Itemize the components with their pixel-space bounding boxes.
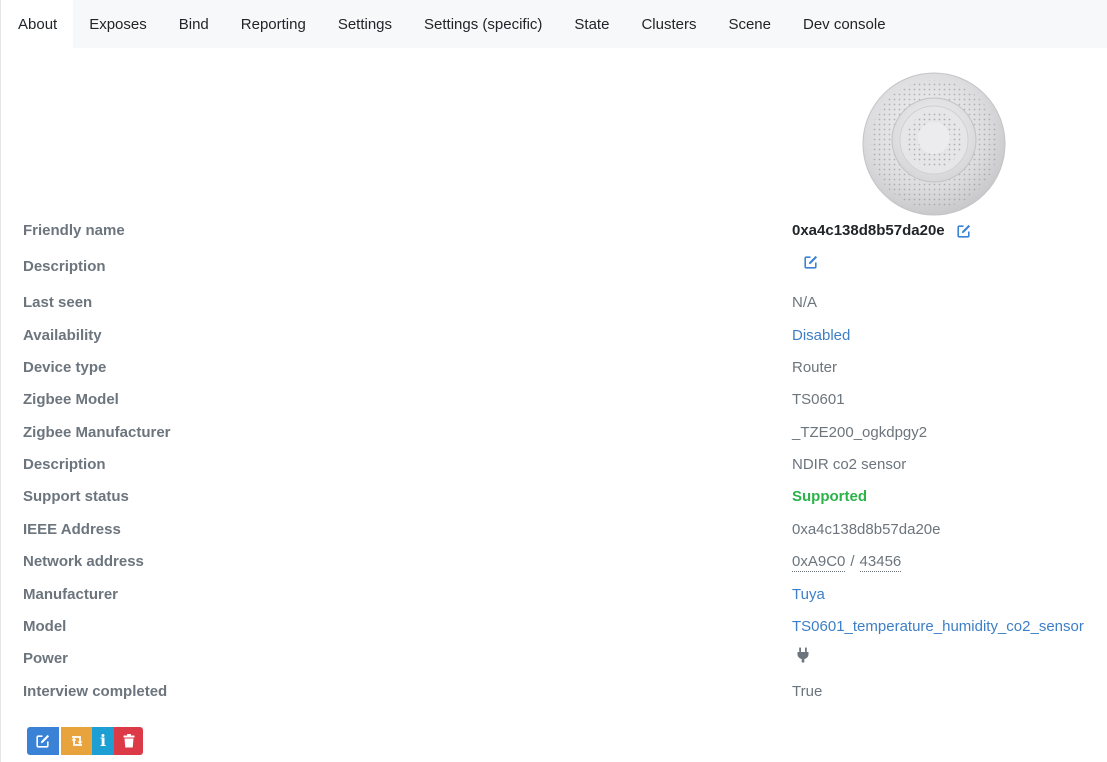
tab-clusters[interactable]: Clusters — [625, 0, 712, 48]
zigbee-model-row: Zigbee Model TS0601 — [1, 388, 1107, 412]
definition-description-value: NDIR co2 sensor — [792, 456, 907, 473]
interview-completed-row: Interview completed True — [1, 680, 1107, 704]
tab-dev-console[interactable]: Dev console — [787, 0, 902, 48]
delete-button[interactable] — [114, 727, 143, 755]
network-address-value: 0xA9C0 / 43456 — [792, 550, 902, 574]
power-row: Power — [1, 647, 1107, 671]
zigbee-manufacturer-row: Zigbee Manufacturer _TZE200_ogkdpgy2 — [1, 421, 1107, 445]
tab-scene[interactable]: Scene — [712, 0, 787, 48]
friendly-name-value: 0xa4c138d8b57da20e — [792, 219, 971, 243]
definition-description-row: Description NDIR co2 sensor — [1, 453, 1107, 477]
support-status-label: Support status — [23, 488, 129, 505]
edit-description-icon[interactable] — [804, 255, 818, 269]
friendly-name-label: Friendly name — [23, 222, 125, 239]
tab-about[interactable]: About — [2, 0, 74, 48]
tab-bind[interactable]: Bind — [163, 0, 225, 48]
device-image — [862, 72, 1006, 216]
ieee-address-row: IEEE Address 0xa4c138d8b57da20e — [1, 518, 1107, 542]
last-seen-row: Last seen N/A — [1, 291, 1107, 315]
tab-bar: About Exposes Bind Reporting Settings Se… — [2, 0, 1107, 48]
model-link[interactable]: TS0601_temperature_humidity_co2_sensor — [792, 615, 1084, 639]
network-address-dec: 43456 — [859, 552, 902, 572]
network-address-hex: 0xA9C0 — [792, 552, 846, 572]
network-address-row: Network address 0xA9C0 / 43456 — [1, 550, 1107, 574]
network-address-separator: / — [850, 553, 855, 570]
availability-label: Availability — [23, 327, 102, 344]
zigbee-model-label: Zigbee Model — [23, 391, 119, 408]
tab-settings-specific[interactable]: Settings (specific) — [408, 0, 558, 48]
interview-completed-label: Interview completed — [23, 683, 168, 700]
device-actions: i — [27, 727, 143, 755]
support-status-row: Support status Supported — [1, 485, 1107, 509]
definition-description-label: Description — [23, 456, 106, 473]
model-label: Model — [23, 618, 67, 635]
edit-friendly-name-icon[interactable] — [957, 224, 971, 238]
manufacturer-link[interactable]: Tuya — [792, 583, 825, 607]
device-type-row: Device type Router — [1, 356, 1107, 380]
tab-exposes[interactable]: Exposes — [73, 0, 163, 48]
availability-row: Availability Disabled — [1, 324, 1107, 348]
zigbee-manufacturer-label: Zigbee Manufacturer — [23, 424, 171, 441]
last-seen-label: Last seen — [23, 294, 93, 311]
interview-completed-value: True — [792, 683, 823, 700]
tab-settings[interactable]: Settings — [322, 0, 408, 48]
description-row: Description — [1, 255, 1107, 279]
ieee-address-label: IEEE Address — [23, 521, 121, 538]
manufacturer-label: Manufacturer — [23, 586, 119, 603]
plug-icon — [796, 647, 810, 663]
friendly-name-row: Friendly name 0xa4c138d8b57da20e — [1, 219, 1107, 243]
tab-reporting[interactable]: Reporting — [225, 0, 322, 48]
description-label: Description — [23, 258, 106, 275]
reconfigure-button[interactable] — [61, 727, 92, 755]
zigbee-manufacturer-value: _TZE200_ogkdpgy2 — [792, 424, 928, 441]
edit-icon — [36, 734, 50, 748]
retweet-icon — [69, 735, 85, 747]
description-value — [792, 255, 818, 269]
manufacturer-row: Manufacturer Tuya — [1, 583, 1107, 607]
last-seen-value: N/A — [792, 294, 818, 311]
ieee-address-value: 0xa4c138d8b57da20e — [792, 521, 941, 538]
support-status-value: Supported — [792, 488, 867, 505]
info-icon: i — [99, 731, 107, 750]
model-row: Model TS0601_temperature_humidity_co2_se… — [1, 615, 1107, 639]
network-address-label: Network address — [23, 553, 144, 570]
availability-link[interactable]: Disabled — [792, 324, 850, 348]
power-label: Power — [23, 650, 69, 667]
trash-icon — [123, 734, 135, 748]
friendly-name-text: 0xa4c138d8b57da20e — [792, 222, 945, 239]
zigbee-model-value: TS0601 — [792, 391, 845, 408]
edit-button[interactable] — [27, 727, 59, 755]
power-value — [792, 647, 810, 663]
tab-state[interactable]: State — [558, 0, 625, 48]
device-type-label: Device type — [23, 359, 107, 376]
device-type-value: Router — [792, 359, 838, 376]
interview-button[interactable]: i — [92, 727, 114, 755]
device-page: About Exposes Bind Reporting Settings Se… — [0, 0, 1107, 762]
